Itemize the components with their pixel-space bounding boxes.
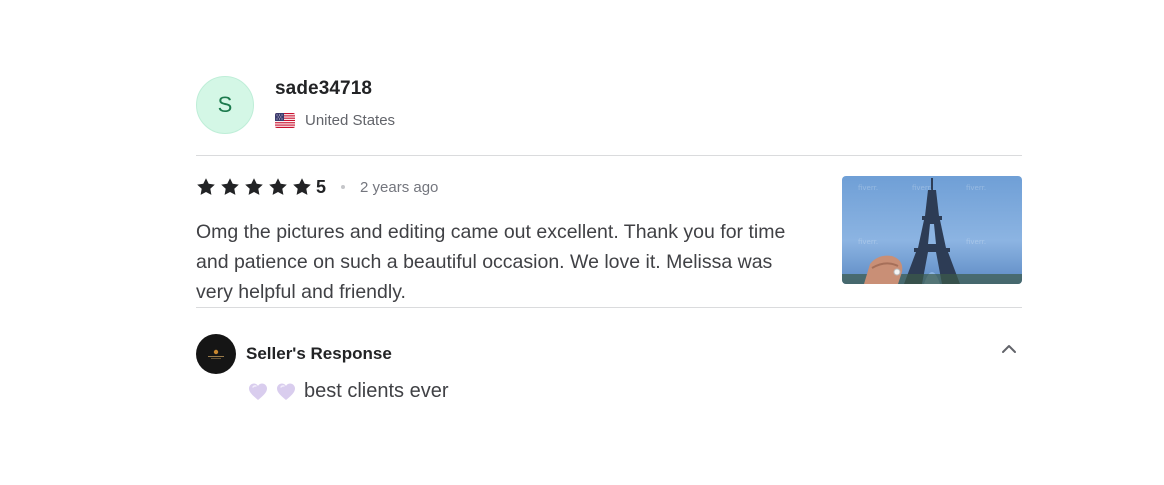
rating-row: 5 2 years ago (196, 176, 786, 198)
reviewer-info: sade34718 United States (275, 78, 395, 129)
svg-text:fiverr.: fiverr. (858, 238, 878, 246)
separator-dot (341, 185, 346, 189)
reviewer-header: S sade34718 United States (196, 74, 1022, 136)
star-rating (196, 177, 316, 197)
purple-heart-icon (277, 383, 295, 400)
reviewer-country-row: United States (275, 112, 395, 129)
reviewer-country: United States (305, 111, 396, 129)
review-body: 5 2 years ago Omg the pictures and editi… (196, 156, 1022, 307)
rating-value: 5 (316, 176, 327, 197)
review-content: 5 2 years ago Omg the pictures and editi… (196, 176, 786, 307)
review-card: S sade34718 United States 5 2 years ago … (196, 74, 1022, 403)
purple-heart-icon (249, 383, 267, 400)
seller-response-title: Seller's Response (246, 344, 392, 363)
seller-response-header[interactable]: Seller's Response (196, 334, 1022, 374)
star-icon (269, 178, 287, 195)
chevron-up-icon[interactable] (1000, 340, 1018, 358)
review-photo-thumbnail[interactable]: fiverr. fiverr. fiverr. fiverr. fiverr. (842, 176, 1022, 284)
svg-text:fiverr.: fiverr. (912, 184, 932, 192)
svg-text:fiverr.: fiverr. (966, 238, 986, 246)
seller-avatar (196, 334, 236, 374)
star-icon (293, 178, 311, 195)
eiffel-tower-photo: fiverr. fiverr. fiverr. fiverr. fiverr. (842, 176, 1022, 284)
reviewer-avatar[interactable]: S (196, 76, 254, 134)
svg-text:fiverr.: fiverr. (858, 184, 878, 192)
svg-text:fiverr.: fiverr. (966, 184, 986, 192)
reviewer-username[interactable]: sade34718 (275, 78, 395, 100)
seller-response-text: best clients ever (304, 380, 449, 402)
star-icon (221, 178, 239, 195)
seller-response: Seller's Response best clients ever (196, 308, 1022, 403)
review-text: Omg the pictures and editing came out ex… (196, 221, 786, 303)
seller-response-body: best clients ever (248, 380, 1022, 403)
star-icon (245, 178, 263, 195)
star-icon (197, 178, 215, 195)
review-time: 2 years ago (360, 178, 439, 196)
us-flag-icon (275, 112, 295, 128)
